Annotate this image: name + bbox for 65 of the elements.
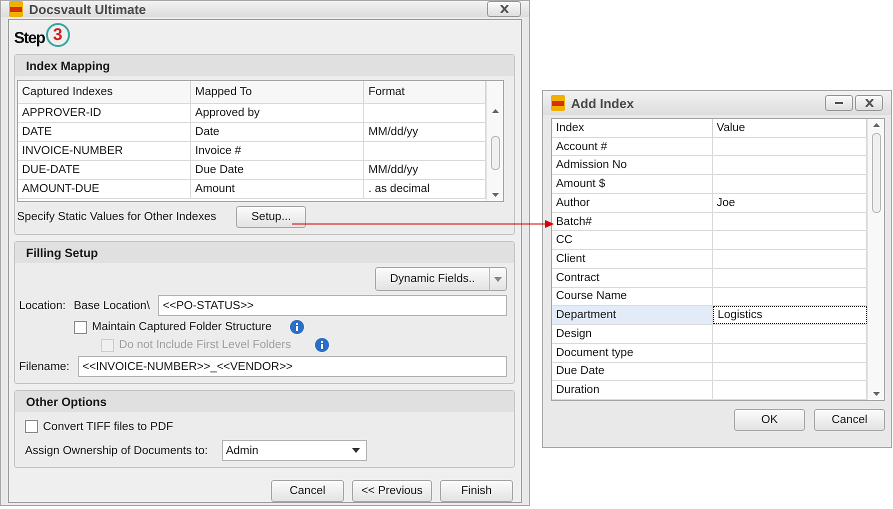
column-header[interactable]: Captured Indexes	[18, 81, 192, 103]
table-cell[interactable]	[712, 212, 867, 230]
ownership-label: Assign Ownership of Documents to:	[25, 444, 208, 456]
scrollbar-thumb[interactable]	[872, 133, 880, 213]
checkbox-label: Maintain Captured Folder Structure	[92, 321, 272, 333]
dynamic-fields-split-button[interactable]: Dynamic Fields..	[375, 267, 507, 291]
close-icon	[864, 99, 874, 107]
dialog-button[interactable]: << Previous	[352, 480, 432, 502]
close-button[interactable]	[487, 1, 521, 17]
app-icon	[9, 1, 23, 17]
table-cell[interactable]	[712, 138, 867, 156]
checkbox-label: Do not Include First Level Folders	[119, 339, 291, 351]
table-cell[interactable]	[712, 175, 867, 193]
column-header[interactable]: Mapped To	[191, 81, 364, 103]
table-cell[interactable]	[712, 268, 867, 287]
static-values-label: Specify Static Values for Other Indexes	[17, 211, 216, 223]
app-icon	[551, 95, 565, 111]
table-cell[interactable]	[712, 231, 867, 250]
scroll-up-icon[interactable]	[492, 109, 498, 113]
minimize-button[interactable]	[825, 95, 853, 111]
base-location-label: Base Location\	[74, 300, 150, 312]
filename-field[interactable]: <<INVOICE-NUMBER>>_<<VENDOR>>	[78, 356, 507, 377]
caret-icon	[352, 448, 360, 453]
ownership-dropdown[interactable]: Admin	[222, 440, 367, 461]
close-button[interactable]	[855, 95, 883, 111]
minimize-icon	[835, 102, 843, 104]
scrollbar-thumb[interactable]	[490, 136, 500, 170]
scroll-down-icon[interactable]	[872, 392, 880, 396]
filename-label: Filename:	[19, 360, 70, 372]
column-header[interactable]: Value	[712, 119, 867, 137]
scroll-down-icon[interactable]	[492, 193, 498, 197]
checkbox-label: Convert TIFF files to PDF	[43, 420, 174, 432]
table-cell[interactable]	[712, 381, 867, 400]
setup-button[interactable]: Setup...	[236, 206, 306, 228]
table-cell[interactable]	[712, 250, 867, 268]
dialog-button[interactable]: Cancel	[271, 480, 344, 502]
caret-icon	[494, 276, 502, 282]
close-icon	[500, 5, 508, 13]
info-icon[interactable]	[290, 320, 304, 334]
table-cell[interactable]: Logistics	[712, 306, 867, 324]
group-title: Index Mapping	[15, 55, 514, 76]
step-logo: Step 3	[14, 24, 74, 54]
dialog-button[interactable]: Finish	[440, 480, 513, 502]
group-title: Other Options	[15, 391, 514, 412]
dialog-button[interactable]: OK	[734, 409, 805, 431]
table-cell[interactable]: Joe	[712, 194, 867, 212]
scrollbar[interactable]	[867, 119, 884, 400]
window-title: Docsvault Ultimate	[29, 2, 148, 16]
info-icon[interactable]	[314, 338, 329, 352]
table-cell[interactable]	[712, 325, 867, 343]
table-cell[interactable]	[712, 288, 867, 306]
table-cell[interactable]	[712, 344, 867, 362]
checkbox[interactable]	[25, 420, 38, 433]
column-header[interactable]: Format	[364, 81, 486, 103]
location-label: Location:	[19, 300, 66, 312]
checkbox[interactable]	[74, 320, 87, 334]
dialog-button[interactable]: Cancel	[814, 409, 885, 431]
scrollbar[interactable]	[486, 81, 503, 201]
table-cell[interactable]	[712, 362, 867, 380]
window-title: Add Index	[571, 96, 635, 110]
group-title: Filling Setup	[15, 242, 514, 263]
scroll-up-icon[interactable]	[872, 123, 880, 127]
table-cell[interactable]	[712, 156, 867, 174]
location-field[interactable]: <<PO-STATUS>>	[158, 295, 507, 316]
table-cell[interactable]: Department	[552, 306, 713, 324]
